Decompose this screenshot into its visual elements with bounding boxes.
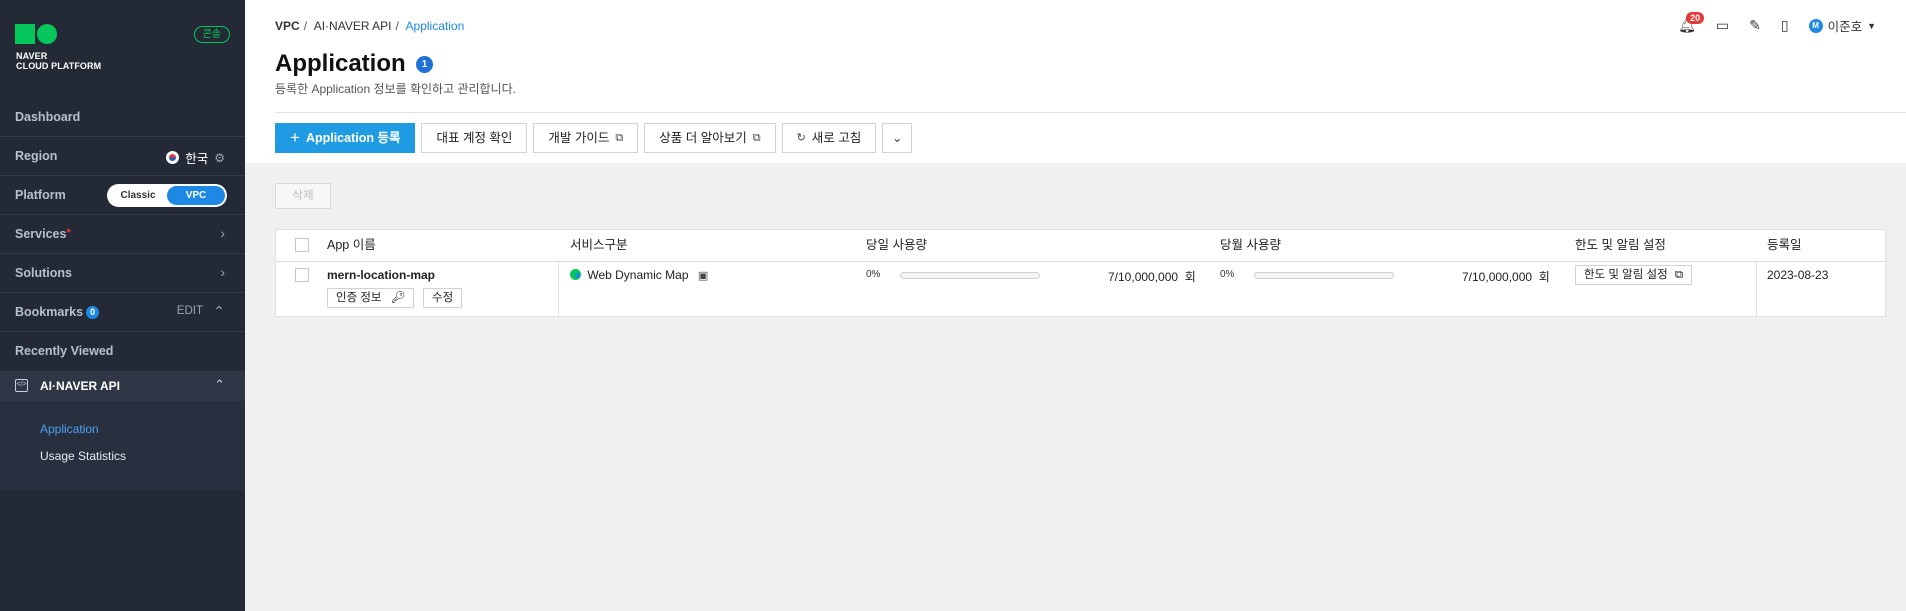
column-header-app-name[interactable]: App 이름 (327, 230, 376, 261)
header-icons: 🔔︎ 20 ▭ ✎ ▯ M 이준호 ▼ (1678, 12, 1876, 35)
console-badge[interactable]: 콘솔 (193, 26, 230, 43)
chevron-down-icon: ⌄ (892, 131, 903, 145)
sidebar-item-label: Dashboard (15, 110, 81, 124)
bookmarks-edit-button[interactable]: EDIT (177, 305, 203, 317)
platform-option-classic[interactable]: Classic (109, 186, 167, 205)
gear-icon[interactable]: ⚙ (214, 151, 225, 165)
sidebar-item-label: Region (15, 149, 58, 163)
chevron-right-icon: › (220, 225, 225, 241)
sidebar-item-solutions[interactable]: Solutions › (0, 254, 245, 293)
submenu-item-usage-statistics[interactable]: Usage Statistics (40, 449, 126, 463)
header-divider (276, 261, 1887, 262)
check-account-button[interactable]: 대표 계정 확인 (421, 123, 528, 153)
monthly-usage-bar (1254, 272, 1394, 279)
sidebar-item-label: Solutions (15, 266, 72, 280)
breadcrumb: VPC / AI·NAVER API / Application (275, 19, 465, 33)
chevron-up-icon[interactable]: ⌃ (213, 303, 225, 320)
chat-icon[interactable]: ▭ (1716, 17, 1729, 34)
dev-guide-button[interactable]: 개발 가이드 ⧉ (533, 123, 639, 153)
user-name: 이준호 (1827, 20, 1863, 34)
submenu: Application Usage Statistics (0, 401, 245, 491)
breadcrumb-item-vpc[interactable]: VPC (275, 19, 300, 33)
sidebar-item-dashboard[interactable]: Dashboard (0, 98, 245, 137)
daily-usage-percent: 0% (866, 269, 881, 280)
select-all-checkbox[interactable] (295, 238, 309, 252)
main-content: VPC / AI·NAVER API / Application 🔔︎ 20 ▭ ✎ … (245, 0, 1906, 611)
column-header-limit-settings[interactable]: 한도 및 알림 설정 (1575, 230, 1666, 261)
edit-note-icon[interactable]: ✎ (1749, 17, 1761, 34)
column-header-registered[interactable]: 등록일 (1767, 230, 1802, 261)
korea-flag-icon (166, 151, 180, 164)
popup-icon: ⧉ (1674, 269, 1684, 281)
platform-toggle[interactable]: Classic VPC (107, 184, 227, 207)
title-count-badge: 1 (416, 56, 433, 73)
daily-usage-bar (900, 272, 1040, 279)
service-name: Web Dynamic Map (587, 268, 689, 282)
learn-more-button[interactable]: 상품 더 알아보기 ⧉ (644, 123, 776, 153)
sidebar-item-region: Region 한국 ⚙ (0, 137, 245, 176)
sidebar-item-label: Recently Viewed (15, 344, 114, 358)
applications-table: App 이름 서비스구분 당일 사용량 당월 사용량 한도 및 알림 설정 등록… (275, 229, 1887, 317)
key-icon: 🔑︎ (390, 292, 406, 304)
toolbar: + Application 등록 대표 계정 확인 개발 가이드 ⧉ 상품 더 … (275, 123, 913, 153)
notification-count-badge: 20 (1686, 12, 1705, 24)
app-name: mern-location-map (327, 268, 436, 282)
submenu-item-application[interactable]: Application (40, 422, 99, 436)
naver-cloud-logo-icon (15, 24, 60, 46)
column-header-daily-usage[interactable]: 당일 사용량 (866, 230, 927, 261)
logo-line2: CLOUD PLATFORM (16, 61, 102, 71)
sidebar-item-label: Bookmarks (15, 305, 84, 319)
sidebar-item-recently-viewed[interactable]: Recently Viewed (0, 332, 245, 371)
chevron-up-icon: ⌃ (214, 377, 225, 392)
bookmarks-count-badge: 0 (86, 306, 100, 319)
chevron-right-icon: › (220, 264, 225, 280)
auth-info-button[interactable]: 인증 정보 🔑︎ (327, 288, 415, 308)
row-checkbox[interactable] (295, 268, 309, 282)
delete-button[interactable]: 삭제 (275, 183, 331, 209)
sidebar-item-bookmarks[interactable]: Bookmarks 0 EDIT ⌃ (0, 293, 245, 332)
map-service-icon (570, 269, 581, 280)
limit-settings-button[interactable]: 한도 및 알림 설정 ⧉ (1575, 265, 1693, 285)
logo-line1: NAVER (16, 51, 48, 61)
monthly-usage-value: 7/10,000,000 회 (1462, 270, 1550, 284)
refresh-icon: ↻ (796, 132, 806, 144)
register-application-button[interactable]: + Application 등록 (275, 123, 416, 153)
divider (275, 112, 1906, 113)
sidebar: NAVER CLOUD PLATFORM 콘솔 Dashboard Region… (0, 0, 245, 611)
registered-date: 2023-08-23 (1767, 268, 1829, 282)
document-icon[interactable]: ▣ (698, 270, 708, 282)
refresh-button[interactable]: ↻ 새로 고침 (781, 123, 877, 153)
edit-button[interactable]: 수정 (423, 288, 463, 308)
region-selector[interactable]: 한국 ⚙ (166, 148, 225, 167)
page-subtitle: 등록한 Application 정보를 확인하고 관리합니다. (275, 82, 516, 96)
sidebar-item-label: Platform (15, 188, 66, 202)
breadcrumb-item-api[interactable]: AI·NAVER API (314, 19, 392, 33)
column-header-monthly-usage[interactable]: 당월 사용량 (1220, 230, 1281, 261)
more-dropdown-button[interactable]: ⌄ (882, 123, 913, 153)
sidebar-item-label: Services (15, 227, 67, 241)
bell-icon[interactable]: 🔔︎ 20 (1678, 12, 1705, 34)
external-link-icon: ⧉ (752, 132, 761, 144)
sidebar-item-platform: Platform Classic VPC (0, 176, 245, 215)
external-link-icon: ⧉ (615, 132, 624, 144)
api-code-icon: </> (15, 379, 28, 392)
region-value: 한국 (185, 152, 209, 166)
logo[interactable]: NAVER CLOUD PLATFORM 콘솔 (15, 24, 230, 74)
column-header-service[interactable]: 서비스구분 (570, 230, 628, 261)
plus-icon: + (290, 128, 300, 147)
required-mark: * (66, 227, 71, 239)
sidebar-section-label: AI·NAVER API (40, 379, 121, 393)
page-title: Application (275, 50, 406, 77)
breadcrumb-item-current[interactable]: Application (406, 19, 465, 33)
caret-down-icon: ▼ (1867, 20, 1876, 31)
avatar: M (1808, 18, 1823, 33)
platform-option-vpc[interactable]: VPC (167, 186, 225, 205)
book-icon[interactable]: ▯ (1781, 17, 1789, 34)
daily-usage-value: 7/10,000,000 회 (1108, 270, 1196, 284)
monthly-usage-percent: 0% (1220, 269, 1235, 280)
user-menu[interactable]: M 이준호 ▼ (1808, 16, 1876, 35)
sidebar-section-ai-naver-api[interactable]: </> AI·NAVER API ⌃ (0, 371, 245, 401)
sidebar-item-services[interactable]: Services* › (0, 215, 245, 254)
service-cell: Web Dynamic Map ▣ (570, 268, 708, 282)
